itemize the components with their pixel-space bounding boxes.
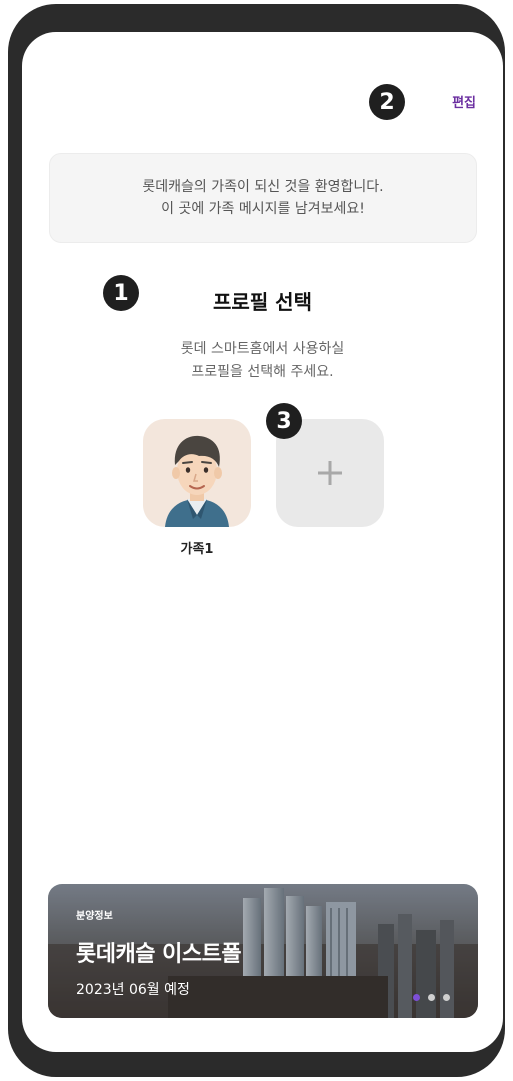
profile-card[interactable] — [143, 419, 251, 527]
banner-title: 롯데캐슬 이스트폴 — [76, 942, 242, 967]
subtitle-line-1: 롯데 스마트홈에서 사용하실 — [180, 341, 345, 357]
annotation-badge-2: 2 — [369, 84, 405, 120]
app-screen: 2 편집 롯데캐슬의 가족이 되신 것을 환영합니다. 이 곳에 가족 메시지를… — [22, 32, 503, 1052]
pagination-dot-1[interactable] — [413, 994, 420, 1001]
edit-button[interactable]: 편집 — [452, 92, 476, 111]
man-avatar-icon — [165, 435, 229, 527]
page-title: 프로필 선택 — [213, 290, 312, 314]
page-subtitle: 롯데 스마트홈에서 사용하실 프로필을 선택해 주세요. — [22, 338, 503, 384]
promo-banner[interactable]: 분양정보 롯데캐슬 이스트폴 2023년 06월 예정 — [48, 884, 478, 1018]
banner-pagination — [413, 994, 450, 1001]
welcome-line-2: 이 곳에 가족 메시지를 남겨보세요! — [161, 201, 365, 217]
banner-kicker: 분양정보 — [76, 911, 113, 922]
profile-name: 가족1 — [180, 542, 214, 557]
pagination-dot-2[interactable] — [428, 994, 435, 1001]
annotation-badge-3: 3 — [266, 403, 302, 439]
plus-icon — [318, 461, 342, 485]
pagination-dot-3[interactable] — [443, 994, 450, 1001]
welcome-line-1: 롯데캐슬의 가족이 되신 것을 환영합니다. — [142, 179, 384, 195]
banner-date: 2023년 06월 예정 — [76, 982, 190, 998]
subtitle-line-2: 프로필을 선택해 주세요. — [191, 364, 334, 380]
welcome-message-box[interactable]: 롯데캐슬의 가족이 되신 것을 환영합니다. 이 곳에 가족 메시지를 남겨보세… — [49, 153, 477, 243]
